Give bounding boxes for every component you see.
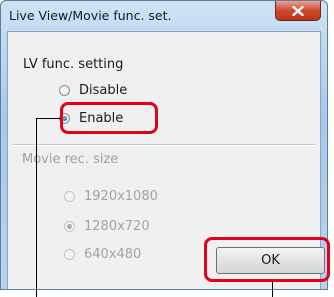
radio-disable-label: Disable xyxy=(79,83,128,98)
ok-highlight-box xyxy=(204,237,330,282)
close-button[interactable] xyxy=(275,1,321,21)
radio-1920x1080-circle[interactable] xyxy=(64,191,75,202)
radio-1920x1080-label: 1920x1080 xyxy=(84,189,158,204)
radio-640x480-label: 640x480 xyxy=(84,247,142,262)
window-title: Live View/Movie func. set. xyxy=(9,8,172,23)
enable-highlight-box xyxy=(60,102,158,134)
section-separator xyxy=(12,144,316,146)
enable-callout-horizontal xyxy=(36,118,61,119)
ok-callout-vertical xyxy=(272,281,273,297)
radio-640x480-circle[interactable] xyxy=(64,249,75,260)
radio-disable[interactable]: Disable xyxy=(59,83,127,98)
radio-1280x720-circle[interactable] xyxy=(64,221,75,232)
radio-1280x720-label: 1280x720 xyxy=(84,219,150,234)
lv-func-setting-label: LV func. setting xyxy=(23,57,124,72)
radio-1920x1080[interactable]: 1920x1080 xyxy=(64,189,158,204)
screenshot-root: Live View/Movie func. set. LV func. sett… xyxy=(0,0,334,297)
radio-disable-circle[interactable] xyxy=(59,85,70,96)
close-icon xyxy=(292,5,304,16)
radio-640x480[interactable]: 640x480 xyxy=(64,247,141,262)
title-bar[interactable]: Live View/Movie func. set. xyxy=(1,1,327,31)
enable-callout-vertical xyxy=(36,118,37,297)
radio-1280x720[interactable]: 1280x720 xyxy=(64,219,150,234)
